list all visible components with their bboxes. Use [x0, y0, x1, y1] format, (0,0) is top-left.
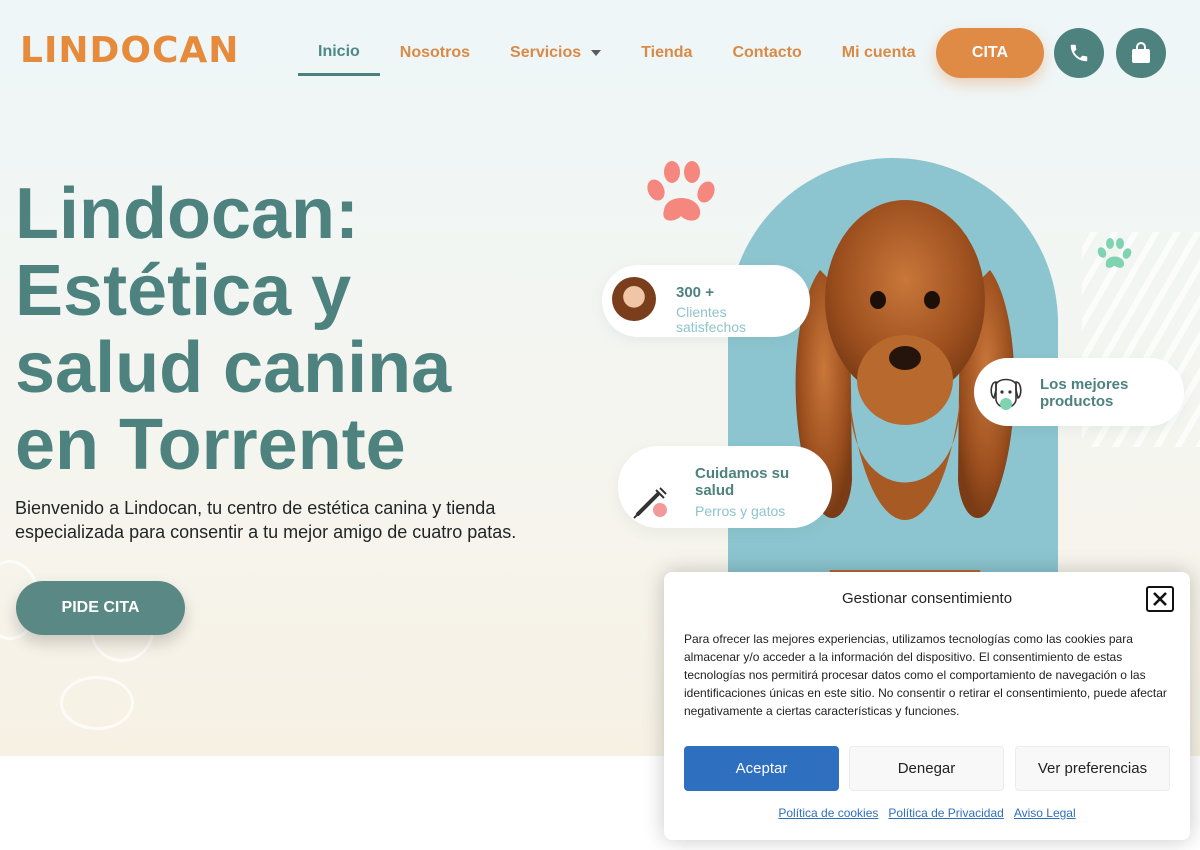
privacy-policy-link[interactable]: Política de Privacidad [888, 806, 1003, 820]
legal-notice-link[interactable]: Aviso Legal [1014, 806, 1076, 820]
consent-text: Para ofrecer las mejores experiencias, u… [684, 632, 1167, 718]
consent-title: Gestionar consentimiento [841, 590, 1013, 607]
main-nav: Inicio Nosotros Servicios Tienda Contact… [298, 30, 936, 76]
health-label: Perros y gatos [695, 503, 786, 519]
clients-label: Clientes satisfechos [676, 304, 747, 335]
chevron-down-icon [591, 50, 602, 56]
nav-item-mi-cuenta[interactable]: Mi cuenta [822, 30, 936, 76]
preferences-button[interactable]: Ver preferencias [1015, 746, 1170, 791]
health-title: Cuidamos su salud [695, 465, 790, 499]
nav-item-label: Servicios [510, 44, 582, 61]
cita-button[interactable]: CITA [936, 28, 1044, 78]
clients-count: 300 + [676, 284, 714, 301]
nav-item-label: Inicio [318, 42, 360, 60]
avatar [612, 277, 656, 321]
clients-card: 300 + Clientes satisfechos [602, 265, 810, 337]
nav-item-label: Mi cuenta [841, 44, 916, 61]
products-card: Los mejores productos [974, 358, 1184, 426]
pide-cita-button[interactable]: PIDE CITA [16, 581, 185, 635]
consent-dialog: Gestionar consentimiento Para ofrecer la… [664, 572, 1190, 840]
nav-item-inicio[interactable]: Inicio [298, 30, 380, 76]
health-card: Cuidamos su salud Perros y gatos [618, 446, 832, 528]
cookie-policy-link[interactable]: Política de cookies [778, 806, 878, 820]
hero-title: Lindocan: Estética y salud canina en Tor… [15, 174, 452, 485]
cart-button[interactable] [1116, 28, 1166, 78]
paw-print-icon [1097, 238, 1132, 268]
products-label: Los mejores productos [1040, 376, 1129, 410]
consent-links: Política de cookies Política de Privacid… [664, 806, 1190, 820]
nav-item-label: Nosotros [399, 44, 471, 61]
nav-item-servicios[interactable]: Servicios [490, 30, 621, 76]
close-button[interactable] [1146, 586, 1174, 612]
phone-button[interactable] [1054, 28, 1104, 78]
nav-item-contacto[interactable]: Contacto [712, 30, 821, 76]
shopping-bag-icon [1132, 42, 1150, 63]
nav-item-nosotros[interactable]: Nosotros [380, 30, 490, 76]
dog-face-icon [990, 378, 1022, 410]
deny-button[interactable]: Denegar [849, 746, 1004, 791]
paw-outline-decoration [60, 676, 134, 730]
hero-subtitle: Bienvenido a Lindocan, tu centro de esté… [15, 498, 517, 542]
paw-print-icon [647, 161, 715, 221]
phone-icon [1070, 44, 1088, 62]
nav-item-label: Tienda [641, 44, 693, 61]
syringe-icon [633, 487, 667, 519]
accept-button[interactable]: Aceptar [684, 746, 839, 791]
nav-item-tienda[interactable]: Tienda [621, 30, 712, 76]
close-icon [1153, 592, 1167, 606]
site-logo[interactable]: LINDOCAN [20, 30, 239, 71]
nav-item-label: Contacto [732, 44, 802, 61]
